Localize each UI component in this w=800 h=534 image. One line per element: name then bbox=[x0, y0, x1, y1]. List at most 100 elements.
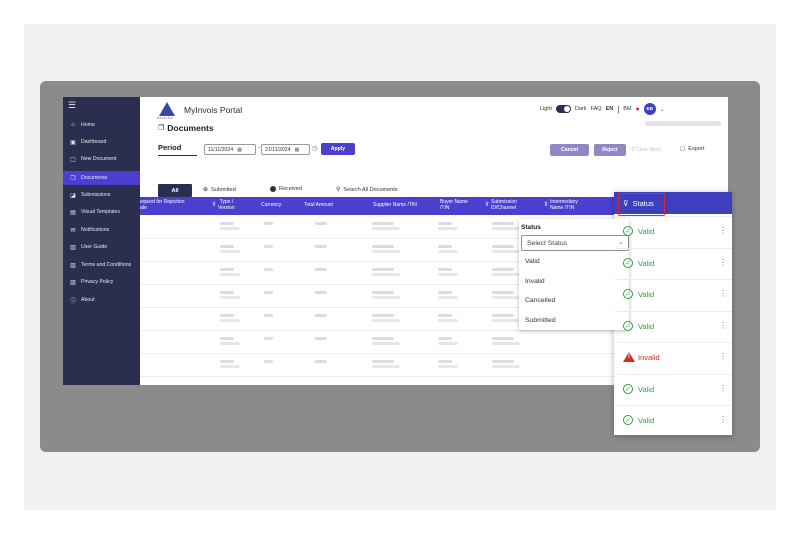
reject-button[interactable]: Reject bbox=[594, 144, 626, 156]
tab-search-all[interactable]: ⚲ Search All Documents bbox=[336, 186, 398, 194]
column-intermediary[interactable]: ⊽ Intermediary Name /TIN bbox=[544, 199, 578, 211]
row-actions-icon[interactable]: ⋮ bbox=[719, 227, 727, 235]
blurred-cell bbox=[264, 360, 273, 363]
tab-search-label: Search All Documents bbox=[343, 186, 398, 193]
sidebar-item-user-guide[interactable]: ▥ User Guide bbox=[63, 240, 140, 254]
logo-caption: MALAYSIA bbox=[157, 116, 174, 120]
filter-icon[interactable]: ⊽ bbox=[544, 202, 548, 208]
cancel-button[interactable]: Cancel bbox=[550, 144, 589, 156]
sidebar-item-new-document[interactable]: ▢ New Document bbox=[63, 152, 140, 166]
blurred-cell bbox=[372, 365, 400, 368]
blurred-cell bbox=[372, 342, 400, 345]
sidebar-item-label: About bbox=[81, 297, 95, 303]
row-actions-icon[interactable]: ⋮ bbox=[719, 259, 727, 267]
blurred-cell bbox=[372, 360, 394, 363]
date-to-value: 21/11/2024 bbox=[265, 146, 291, 153]
date-from-field[interactable]: 11/11/2024 ▦ bbox=[204, 144, 256, 155]
column-type-version[interactable]: ⊽ Type / Version bbox=[212, 199, 235, 211]
lang-bm-button[interactable]: BM bbox=[623, 106, 631, 112]
blurred-cell bbox=[492, 268, 514, 271]
column-total-amount[interactable]: Total Amount bbox=[304, 202, 333, 208]
blurred-cell bbox=[438, 296, 458, 299]
chevron-down-icon[interactable]: ⌄ bbox=[660, 106, 665, 113]
blurred-cell bbox=[220, 319, 240, 322]
check-circle-icon: ✓ bbox=[623, 415, 633, 425]
tab-submitted[interactable]: ⊕ Submitted bbox=[203, 186, 236, 194]
sidebar-item-terms-and-conditions[interactable]: ▥ Terms and Conditions bbox=[63, 258, 140, 272]
terms-icon: ▥ bbox=[70, 262, 76, 269]
blurred-cell bbox=[492, 314, 514, 317]
row-actions-icon[interactable]: ⋮ bbox=[719, 353, 727, 361]
faq-link[interactable]: FAQ bbox=[591, 106, 602, 112]
column-supplier[interactable]: Supplier Name /TIN bbox=[373, 202, 417, 208]
apply-button[interactable]: Apply bbox=[321, 143, 355, 155]
lang-en-button[interactable]: EN bbox=[606, 106, 614, 112]
lang-separator: | bbox=[617, 104, 620, 114]
hamburger-icon[interactable]: ☰ bbox=[68, 100, 76, 111]
row-actions-icon[interactable]: ⋮ bbox=[719, 290, 727, 298]
blurred-cell bbox=[315, 222, 327, 225]
tab-all[interactable]: All bbox=[158, 184, 192, 197]
blurred-cell bbox=[220, 314, 234, 317]
blurred-cell bbox=[492, 227, 520, 230]
column-currency[interactable]: Currency bbox=[261, 202, 281, 208]
column-buyer[interactable]: Buyer Name /TIN bbox=[440, 199, 468, 211]
calendar-icon[interactable]: ▦ bbox=[237, 147, 242, 153]
status-option-submitted[interactable]: Submitted bbox=[525, 317, 556, 324]
calendar-icon[interactable]: ▦ bbox=[295, 147, 300, 153]
sidebar-item-privacy-policy[interactable]: ▥ Privacy Policy bbox=[63, 275, 140, 289]
blurred-cell bbox=[220, 227, 240, 230]
export-button[interactable]: ▢ Export bbox=[680, 146, 704, 152]
blurred-cell bbox=[372, 337, 394, 340]
blurred-cell bbox=[220, 337, 234, 340]
clear-filters-button[interactable]: ⊽ Clear filters bbox=[631, 147, 661, 153]
date-to-field[interactable]: 21/11/2024 ▦ bbox=[261, 144, 310, 155]
sidebar-item-about[interactable]: ⓘ About bbox=[63, 293, 140, 307]
filter-icon[interactable]: ⊽ bbox=[623, 199, 629, 208]
sidebar-item-label: Visual Templates bbox=[81, 209, 121, 215]
sidebar-item-home[interactable]: ⌂ Home bbox=[63, 118, 140, 132]
column-submission-label: Submission ID/Channel bbox=[491, 199, 517, 211]
clock-icon[interactable]: ◷ bbox=[312, 144, 318, 152]
column-rejection-date[interactable]: equest for Rejection ate bbox=[140, 199, 184, 211]
row-actions-icon[interactable]: ⋮ bbox=[719, 322, 727, 330]
filter-icon[interactable]: ⊽ bbox=[212, 202, 216, 208]
sidebar-item-documents[interactable]: ❐ Documents bbox=[63, 171, 140, 185]
upload-icon: ⊕ bbox=[203, 187, 209, 193]
status-label: Invalid bbox=[638, 353, 660, 362]
status-header-label[interactable]: ⊽ Status bbox=[623, 199, 654, 208]
blurred-cell bbox=[372, 291, 394, 294]
sidebar: ☰ ⌂ Home ▣ Dashboard ▢ New Document ❐ Documents… bbox=[63, 97, 140, 385]
status-option-invalid[interactable]: Invalid bbox=[525, 278, 545, 285]
column-intermediary-label: Intermediary Name /TIN bbox=[550, 199, 578, 211]
blurred-cell bbox=[438, 245, 452, 248]
blurred-cell bbox=[315, 268, 327, 271]
sidebar-item-notifications[interactable]: ✉ Notifications bbox=[63, 223, 140, 237]
column-submission[interactable]: ⊽ Submission ID/Channel bbox=[485, 199, 517, 211]
sidebar-item-visual-templates[interactable]: ▤ Visual Templates bbox=[63, 205, 140, 219]
blurred-cell bbox=[264, 245, 273, 248]
row-actions-icon[interactable]: ⋮ bbox=[719, 385, 727, 393]
warning-icon bbox=[623, 352, 635, 362]
status-header-text: Status bbox=[632, 199, 654, 208]
new-document-icon: ▢ bbox=[70, 156, 76, 163]
status-option-valid[interactable]: Valid bbox=[525, 258, 540, 265]
filter-icon[interactable]: ⊽ bbox=[485, 202, 489, 208]
tab-received[interactable]: Received bbox=[270, 186, 302, 192]
sidebar-item-submissions[interactable]: ◪ Submissions bbox=[63, 188, 140, 202]
status-option-cancelled[interactable]: Cancelled bbox=[525, 297, 555, 304]
blurred-cell bbox=[372, 268, 394, 271]
filter-clear-icon: ⊽ bbox=[631, 147, 635, 153]
period-underline bbox=[158, 155, 197, 156]
date-from-value: 11/11/2024 bbox=[208, 146, 234, 153]
status-label: Valid bbox=[638, 259, 655, 268]
avatar[interactable]: EB bbox=[643, 103, 656, 115]
sidebar-item-dashboard[interactable]: ▣ Dashboard bbox=[63, 135, 140, 149]
status-select[interactable]: Select Status ⌄ bbox=[521, 235, 629, 251]
notification-bell-icon[interactable]: ● bbox=[636, 106, 640, 113]
theme-toggle[interactable] bbox=[555, 105, 571, 113]
theme-dark-label: Dark bbox=[574, 106, 587, 112]
row-actions-icon[interactable]: ⋮ bbox=[719, 416, 727, 424]
sidebar-item-label: Submissions bbox=[81, 192, 111, 198]
check-circle-icon: ✓ bbox=[623, 226, 633, 236]
